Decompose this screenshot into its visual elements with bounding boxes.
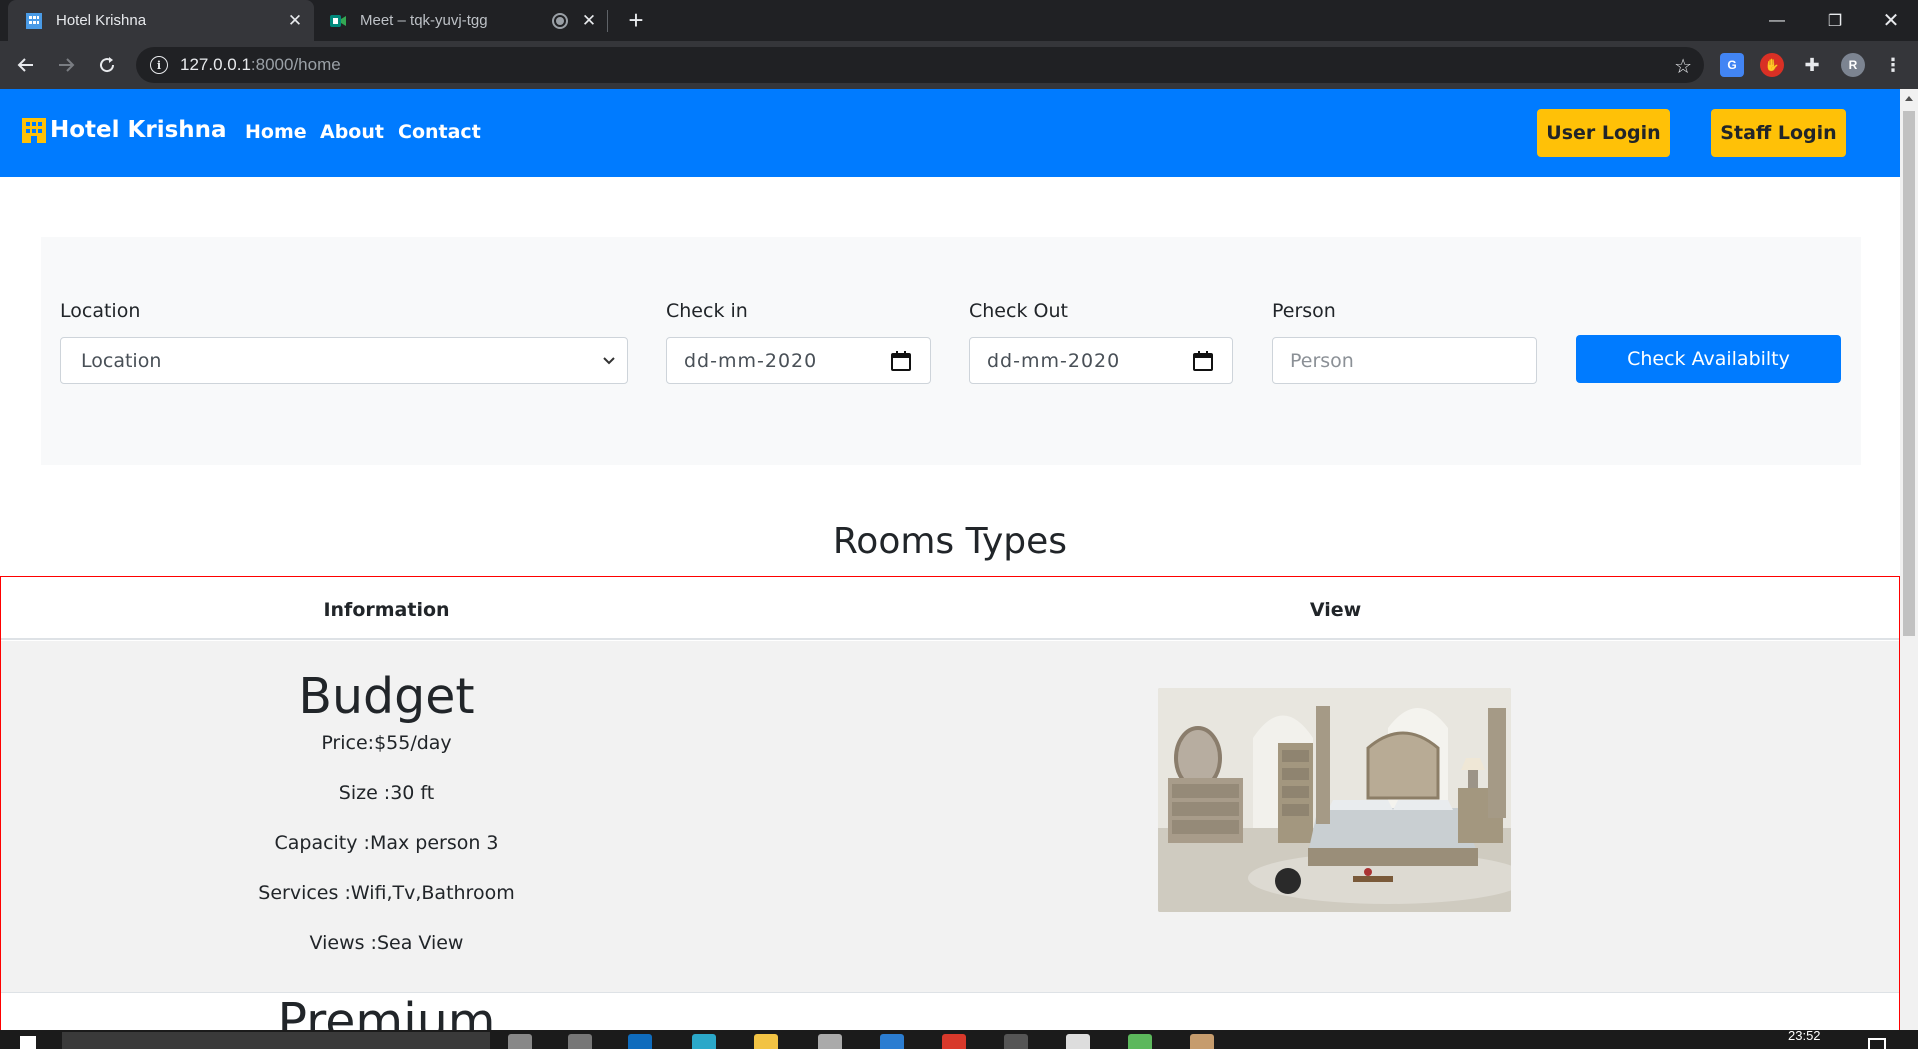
windows-start-icon[interactable] (20, 1036, 36, 1049)
person-placeholder: Person (1290, 349, 1354, 372)
url-text: 127.0.0.1:8000/home (180, 55, 341, 75)
more-menu-icon[interactable]: ⋮ (1881, 53, 1905, 77)
file-explorer-icon[interactable] (754, 1034, 778, 1049)
scrollbar-thumb[interactable] (1903, 111, 1915, 636)
tab-hotel-krishna[interactable]: Hotel Krishna ✕ (8, 0, 314, 41)
extensions-puzzle-icon[interactable]: ✚ (1800, 53, 1824, 77)
site-navbar: Hotel Krishna Home About Contact User Lo… (0, 89, 1900, 177)
minimize-icon[interactable]: — (1752, 0, 1802, 41)
bedroom-photo (1158, 688, 1511, 912)
forward-arrow-icon[interactable] (52, 51, 80, 79)
reload-icon[interactable] (93, 51, 121, 79)
person-input[interactable]: Person (1272, 337, 1537, 384)
calendar-icon[interactable] (890, 350, 912, 372)
nav-home-link[interactable]: Home (245, 121, 307, 143)
room-type-name: Premium (277, 993, 496, 1030)
notification-center-icon[interactable] (1868, 1038, 1886, 1049)
url-path: :8000/home (250, 55, 341, 74)
checkout-date-input[interactable]: dd-mm-2020 (969, 337, 1233, 384)
rooms-types-heading: Rooms Types (832, 521, 1068, 562)
table-row: Budget Price:$55/day Size :30 ft Capacit… (1, 641, 1899, 993)
tab-title: Hotel Krishna (56, 12, 147, 29)
column-header-information: Information (323, 599, 450, 621)
nav-about-link[interactable]: About (320, 121, 384, 143)
checkin-date-value: dd-mm-2020 (684, 349, 818, 372)
tab-close-icon[interactable]: ✕ (284, 10, 306, 32)
store-app-icon[interactable] (818, 1034, 842, 1049)
staff-login-button[interactable]: Staff Login (1711, 109, 1846, 157)
vscode-app-icon[interactable] (880, 1034, 904, 1049)
location-selected-value: Location (81, 349, 162, 372)
back-arrow-icon[interactable] (12, 51, 40, 79)
address-bar[interactable]: i 127.0.0.1:8000/home ☆ (136, 47, 1704, 83)
hotel-favicon-icon (26, 12, 42, 29)
taskbar-clock[interactable]: 23:52 (1788, 1028, 1821, 1043)
meet-favicon-icon (330, 14, 346, 27)
tab-title: Meet – tqk-yuvj-tgg (360, 12, 488, 29)
room-price: Price:$55/day (321, 732, 452, 754)
tab-meet[interactable]: Meet – tqk-yuvj-tgg ✕ (318, 0, 608, 41)
brand-name: Hotel Krishna (50, 117, 227, 143)
scroll-up-arrow-icon[interactable] (1905, 96, 1913, 101)
document-app-icon[interactable] (1066, 1034, 1090, 1049)
room-type-name: Budget (298, 668, 475, 725)
profile-avatar[interactable]: R (1841, 53, 1865, 77)
bookmark-star-icon[interactable]: ☆ (1674, 54, 1692, 79)
column-header-view: View (1309, 599, 1362, 621)
checkout-date-value: dd-mm-2020 (987, 349, 1121, 372)
chrome-app-icon[interactable] (942, 1034, 966, 1049)
site-info-icon[interactable]: i (150, 56, 168, 74)
location-select[interactable]: Location (60, 337, 628, 384)
task-view-icon[interactable] (568, 1034, 592, 1049)
google-translate-icon[interactable]: G (1720, 53, 1744, 77)
person-label: Person (1272, 300, 1336, 322)
room-capacity: Capacity :Max person 3 (274, 832, 499, 854)
os-taskbar: 23:52 (0, 1028, 1918, 1049)
room-services: Services :Wifi,Tv,Bathroom (258, 882, 515, 904)
new-tab-icon[interactable]: + (622, 6, 650, 34)
window-close-icon[interactable]: ✕ (1866, 0, 1916, 41)
cortana-icon[interactable] (508, 1034, 532, 1049)
chevron-down-icon (603, 357, 615, 365)
checkin-label: Check in (666, 300, 748, 322)
adblock-hand-icon[interactable]: ✋ (1760, 53, 1784, 77)
calendar-icon[interactable] (1192, 350, 1214, 372)
user-login-button[interactable]: User Login (1537, 109, 1670, 157)
page-viewport: Hotel Krishna Home About Contact User Lo… (0, 89, 1900, 1030)
nav-contact-link[interactable]: Contact (398, 121, 481, 143)
location-label: Location (60, 300, 141, 322)
sheets-app-icon[interactable] (1128, 1034, 1152, 1049)
tab-close-icon[interactable]: ✕ (578, 10, 600, 32)
hotel-building-icon (22, 118, 46, 143)
brand-link[interactable]: Hotel Krishna (20, 117, 227, 143)
checkout-label: Check Out (969, 300, 1068, 322)
tab-separator (607, 10, 608, 32)
browser-toolbar: i 127.0.0.1:8000/home ☆ G ✋ ✚ R ⋮ (0, 41, 1918, 89)
mail-app-icon[interactable] (628, 1034, 652, 1049)
page-scrollbar[interactable] (1900, 89, 1918, 1030)
checkin-date-input[interactable]: dd-mm-2020 (666, 337, 931, 384)
taskbar-search-box[interactable] (62, 1032, 490, 1049)
restore-icon[interactable]: ❐ (1810, 0, 1860, 41)
room-size: Size :30 ft (338, 782, 435, 804)
room-views: Views :Sea View (309, 932, 464, 954)
url-host: 127.0.0.1 (180, 55, 251, 74)
recording-indicator-icon (552, 12, 568, 29)
edge-app-icon[interactable] (692, 1034, 716, 1049)
check-availability-button[interactable]: Check Availabilty (1576, 335, 1841, 383)
browser-tab-strip: Hotel Krishna ✕ Meet – tqk-yuvj-tgg ✕ + … (0, 0, 1918, 41)
paint-app-icon[interactable] (1190, 1034, 1214, 1049)
terminal-app-icon[interactable] (1004, 1034, 1028, 1049)
table-header: Information View (1, 577, 1899, 640)
rooms-table: Information View Budget Price:$55/day Si… (0, 576, 1900, 1030)
